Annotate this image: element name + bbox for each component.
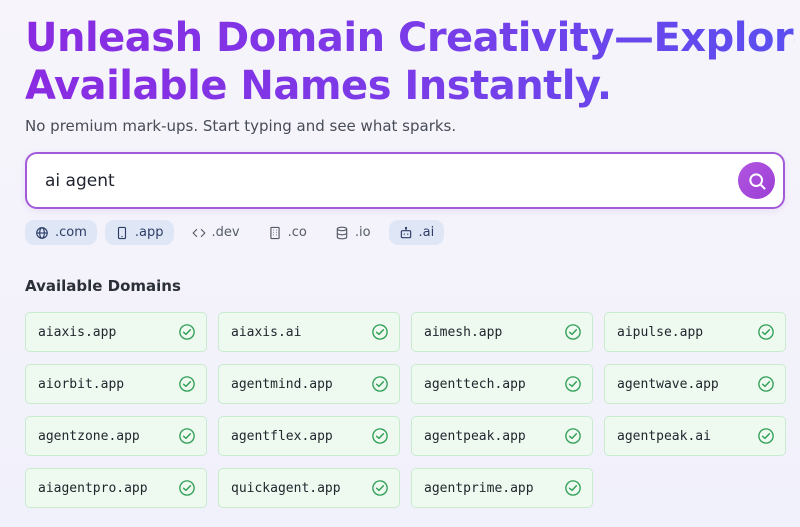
phone-icon [117, 226, 126, 239]
tld-chip-io[interactable]: .io [325, 220, 381, 245]
available-domains-heading: Available Domains [25, 277, 181, 295]
domain-name: agenttech.app [424, 376, 526, 392]
domain-name: agentpeak.app [424, 428, 526, 444]
check-circle-icon [758, 428, 774, 444]
domain-name: agentmind.app [231, 376, 333, 392]
domain-card[interactable]: aiagentpro.app [25, 468, 207, 508]
tld-chip-ai[interactable]: .ai [388, 220, 445, 245]
domain-name: aiaxis.app [38, 324, 117, 340]
code-icon [192, 228, 205, 237]
domain-name: aiorbit.app [38, 376, 125, 392]
domain-card[interactable]: agentpeak.ai [604, 416, 786, 456]
tld-chip-co[interactable]: .co [258, 220, 317, 245]
domain-name: agentprime.app [424, 480, 534, 496]
check-circle-icon [372, 376, 388, 392]
domain-card[interactable]: agentzone.app [25, 416, 207, 456]
tld-chip-com[interactable]: .com [25, 220, 97, 245]
bot-icon [400, 226, 411, 238]
check-circle-icon [758, 376, 774, 392]
domain-card[interactable]: agenttech.app [411, 364, 593, 404]
domain-card[interactable]: agentwave.app [604, 364, 786, 404]
domain-card[interactable]: aimesh.app [411, 312, 593, 352]
check-circle-icon [179, 480, 195, 496]
check-circle-icon [179, 376, 195, 392]
tld-label: .dev [211, 225, 240, 240]
search-input[interactable] [45, 154, 725, 207]
tld-label: .io [354, 225, 371, 240]
check-circle-icon [179, 324, 195, 340]
domain-name: aiaxis.ai [231, 324, 302, 340]
domain-card[interactable]: agentprime.app [411, 468, 593, 508]
domain-card[interactable]: aiaxis.app [25, 312, 207, 352]
check-circle-icon [565, 324, 581, 340]
domain-card[interactable]: agentpeak.app [411, 416, 593, 456]
domain-name: aiagentpro.app [38, 480, 148, 496]
tld-label: .com [55, 225, 87, 240]
domain-name: agentflex.app [231, 428, 333, 444]
check-circle-icon [372, 480, 388, 496]
page-title: Unleash Domain Creativity—Explore Availa… [25, 14, 795, 110]
page-title-line-2: Available Names Instantly. [25, 63, 612, 109]
domain-name: agentpeak.ai [617, 428, 711, 444]
tld-label: .ai [418, 225, 435, 240]
search-bar [25, 152, 785, 209]
tld-label: .co [287, 225, 307, 240]
domain-card[interactable]: quickagent.app [218, 468, 400, 508]
check-circle-icon [565, 428, 581, 444]
domain-card[interactable]: agentflex.app [218, 416, 400, 456]
database-icon [336, 226, 348, 239]
domain-card[interactable]: agentmind.app [218, 364, 400, 404]
domain-name: agentzone.app [38, 428, 140, 444]
check-circle-icon [179, 428, 195, 444]
search-button[interactable] [738, 162, 775, 199]
domain-results-grid: aiaxis.app aiaxis.ai aimesh.app aipulse.app… [25, 312, 786, 508]
check-circle-icon [565, 376, 581, 392]
search-icon [748, 172, 765, 189]
domain-name: aipulse.app [617, 324, 704, 340]
domain-card[interactable]: aipulse.app [604, 312, 786, 352]
globe-icon [36, 226, 48, 239]
domain-name: agentwave.app [617, 376, 719, 392]
page-title-line-1: Unleash Domain Creativity—Explore [25, 15, 800, 61]
check-circle-icon [565, 480, 581, 496]
domain-card[interactable]: aiaxis.ai [218, 312, 400, 352]
tld-filter-list: .com .app .dev .co .io .ai [25, 220, 445, 245]
tld-label: .app [134, 225, 164, 240]
page-subtitle: No premium mark-ups. Start typing and se… [25, 117, 457, 135]
check-circle-icon [372, 428, 388, 444]
domain-name: quickagent.app [231, 480, 341, 496]
domain-card[interactable]: aiorbit.app [25, 364, 207, 404]
tld-chip-app[interactable]: .app [104, 220, 174, 245]
check-circle-icon [758, 324, 774, 340]
building-icon [269, 226, 280, 239]
check-circle-icon [372, 324, 388, 340]
tld-chip-dev[interactable]: .dev [182, 220, 250, 245]
domain-name: aimesh.app [424, 324, 503, 340]
